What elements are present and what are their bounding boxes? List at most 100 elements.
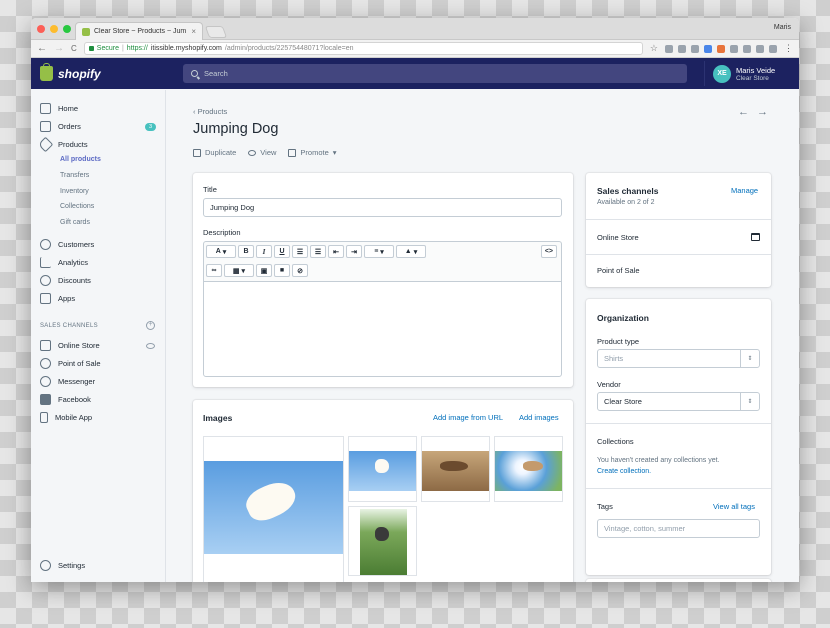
extension-icon[interactable] (717, 44, 725, 53)
text-color-button[interactable]: ▲ ▾ (396, 245, 426, 258)
view-all-tags-link[interactable]: View all tags (713, 502, 755, 511)
indent-icon[interactable]: ⇥ (346, 245, 362, 258)
url-field[interactable]: Secure | https://itissible.myshopify.com… (83, 42, 643, 55)
main-content: ‹ Products Jumping Dog ← → Duplicate Vie… (166, 90, 799, 582)
browser-tab[interactable]: Clear Store ~ Products ~ Jum × (75, 22, 203, 40)
forward-icon[interactable]: → (54, 43, 64, 54)
reload-icon[interactable]: C (71, 44, 77, 53)
sidebar-item-facebook[interactable]: Facebook (40, 394, 91, 405)
product-image-thumb[interactable] (348, 436, 417, 502)
product-type-select[interactable]: Shirts ⇕ (597, 349, 760, 368)
sidebar-item-home[interactable]: Home (40, 103, 78, 114)
sidebar-subitem-transfers[interactable]: Transfers (60, 172, 89, 179)
tags-input[interactable]: Vintage, cotton, summer (597, 519, 760, 538)
logo-text: shopify (58, 66, 101, 81)
sidebar-subitem-all-products[interactable]: All products (60, 156, 101, 163)
align-button[interactable]: ≡ ▾ (364, 245, 394, 258)
sidebar-subitem-collections[interactable]: Collections (60, 203, 94, 210)
user-store: Clear Store (736, 74, 769, 82)
new-tab-button[interactable] (204, 26, 228, 38)
sidebar-item-apps[interactable]: Apps (40, 293, 75, 304)
sidebar-subitem-gift-cards[interactable]: Gift cards (60, 219, 90, 226)
search-input[interactable]: Search (183, 64, 687, 83)
sidebar-item-orders[interactable]: Orders (40, 121, 81, 132)
tab-close-icon[interactable]: × (191, 27, 196, 36)
product-image-thumb[interactable] (494, 436, 563, 502)
breadcrumb[interactable]: ‹ Products (193, 107, 227, 116)
close-window-button[interactable] (37, 25, 45, 33)
create-collection-link[interactable]: Create collection. (597, 468, 651, 475)
add-image-from-url-link[interactable]: Add image from URL (433, 413, 503, 422)
html-toggle-button[interactable]: <> (540, 245, 557, 258)
browser-menu-icon[interactable]: ⋮ (784, 43, 793, 54)
table-button[interactable]: ▦ ▾ (224, 264, 254, 277)
eye-icon (248, 149, 257, 156)
next-card (586, 579, 771, 582)
extension-icon[interactable] (691, 44, 699, 53)
underline-button[interactable]: U (274, 245, 290, 258)
back-icon[interactable]: ← (37, 43, 47, 54)
promote-button[interactable]: Promote ▾ (288, 148, 337, 157)
view-store-eye-icon[interactable] (146, 343, 155, 349)
extension-icon[interactable] (678, 44, 686, 53)
title-bar: Clear Store ~ Products ~ Jum × Maris (31, 18, 799, 40)
extension-icon[interactable] (743, 44, 751, 53)
chevron-down-icon: ▾ (241, 267, 246, 275)
collections-note: You haven't created any collections yet. (597, 457, 720, 464)
tab-title: Clear Store ~ Products ~ Jum (94, 28, 187, 35)
extension-icon[interactable] (756, 44, 764, 53)
calendar-icon[interactable] (751, 233, 760, 241)
page-actions: Duplicate View Promote ▾ (193, 148, 337, 157)
add-channel-icon[interactable]: + (146, 321, 155, 330)
clear-format-icon[interactable]: ⊘ (292, 264, 308, 277)
extension-icon[interactable] (704, 44, 712, 53)
add-images-link[interactable]: Add images (519, 413, 559, 422)
duplicate-button[interactable]: Duplicate (193, 148, 236, 157)
view-button[interactable]: View (248, 148, 276, 157)
sidebar-item-products[interactable]: Products (37, 136, 88, 153)
url-separator: | (121, 45, 124, 52)
title-input[interactable]: Jumping Dog (203, 198, 562, 217)
product-image-thumb[interactable] (421, 436, 490, 502)
product-image-thumb[interactable] (348, 506, 417, 576)
sales-channels-card: Sales channels Manage Available on 2 of … (586, 173, 771, 287)
product-image-main[interactable] (203, 436, 344, 582)
rich-text-toolbar: A ▾ B I U ☰ ☰ ⇤ ⇥ ≡ ▾ ▲ ▾ <> ∞ ▦ ▾ ▣ ■ ⊘ (203, 241, 562, 281)
table-icon: ▦ (232, 267, 240, 275)
sidebar-item-analytics[interactable]: Analytics (40, 257, 88, 268)
minimize-window-button[interactable] (50, 25, 58, 33)
image-icon[interactable]: ▣ (256, 264, 272, 277)
numbered-list-icon[interactable]: ☰ (310, 245, 326, 258)
extension-icon[interactable] (769, 44, 777, 53)
sidebar-item-mobile-app[interactable]: Mobile App (40, 412, 92, 423)
description-editor[interactable] (203, 281, 562, 377)
bullet-list-icon[interactable]: ☰ (292, 245, 308, 258)
link-icon[interactable]: ∞ (206, 264, 222, 277)
sidebar-item-discounts[interactable]: Discounts (40, 275, 91, 286)
shopify-logo[interactable]: shopify (31, 63, 166, 81)
bold-button[interactable]: B (238, 245, 254, 258)
user-menu[interactable]: XE Maris Veide Clear Store (704, 61, 799, 86)
previous-product-icon[interactable]: ← (738, 106, 749, 118)
pin-icon (40, 358, 51, 369)
next-product-icon[interactable]: → (757, 106, 768, 118)
sidebar-item-label: Analytics (58, 258, 89, 267)
manage-channels-link[interactable]: Manage (731, 186, 758, 195)
font-label: A (215, 248, 221, 255)
maximize-window-button[interactable] (63, 25, 71, 33)
extension-icon[interactable] (730, 44, 738, 53)
italic-button[interactable]: I (256, 245, 272, 258)
sidebar-item-settings[interactable]: Settings (40, 560, 85, 571)
video-icon[interactable]: ■ (274, 264, 290, 277)
sidebar-item-messenger[interactable]: Messenger (40, 376, 95, 387)
browser-profile[interactable]: Maris (774, 24, 791, 31)
extension-icon[interactable] (665, 44, 673, 53)
sidebar-subitem-inventory[interactable]: Inventory (60, 188, 89, 195)
outdent-icon[interactable]: ⇤ (328, 245, 344, 258)
font-button[interactable]: A ▾ (206, 245, 236, 258)
bookmark-star-icon[interactable]: ☆ (650, 43, 658, 54)
sidebar-item-customers[interactable]: Customers (40, 239, 94, 250)
sidebar-item-point-of-sale[interactable]: Point of Sale (40, 358, 101, 369)
sidebar-item-online-store[interactable]: Online Store (40, 340, 100, 351)
vendor-select[interactable]: Clear Store ⇕ (597, 392, 760, 411)
